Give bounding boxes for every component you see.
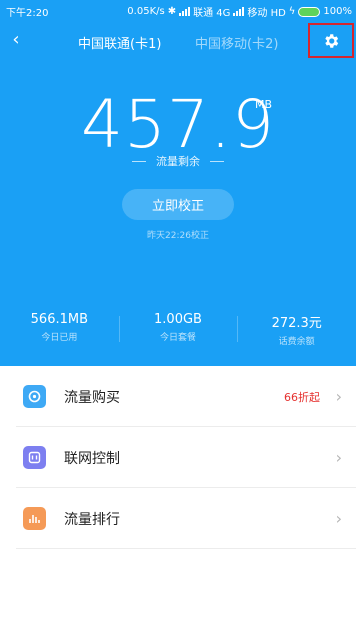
carrier2-label: 移动 HD xyxy=(247,8,286,19)
usage-unit: MB xyxy=(255,98,273,111)
status-bar: 下午2:20 0.05K/s ✱ 联通 4G 移动 HD ϟ 100% xyxy=(0,0,356,20)
battery-icon xyxy=(298,6,321,17)
data-ranking-icon xyxy=(23,507,46,530)
signal-icon xyxy=(179,7,191,16)
calibrate-time: 昨天22:26校正 xyxy=(147,231,209,241)
menu-item-network-control[interactable]: 联网控制 › xyxy=(0,427,356,488)
stat-balance: 272.3元 话费余额 xyxy=(237,312,356,347)
tab-sim2[interactable]: 中国移动(卡2) xyxy=(195,33,278,52)
carrier1-label: 联通 4G xyxy=(193,8,231,19)
chevron-left-icon: ‹ xyxy=(12,29,20,50)
header-panel: 下午2:20 0.05K/s ✱ 联通 4G 移动 HD ϟ 100% ‹ 中国… xyxy=(0,0,356,366)
calibrate-button[interactable]: 立即校正 xyxy=(122,189,234,220)
stat-value: 1.00GB xyxy=(154,312,202,327)
stat-label: 今日已用 xyxy=(41,333,78,343)
menu-item-label: 流量排行 xyxy=(64,511,120,528)
back-button[interactable]: ‹ xyxy=(8,30,24,50)
usage-value: 457.9 xyxy=(81,86,275,163)
stat-used-today: 566.1MB 今日已用 xyxy=(0,312,119,344)
usage-caption: 流量剩余 xyxy=(0,153,356,169)
stat-value: 566.1MB xyxy=(30,312,89,327)
usage-display: 457.9 MB xyxy=(0,86,356,163)
stat-value: 272.3元 xyxy=(271,316,322,331)
menu-item-data-purchase[interactable]: 流量购买 66折起 › xyxy=(0,366,356,427)
chevron-right-icon: › xyxy=(335,448,342,467)
chevron-right-icon: › xyxy=(335,387,342,406)
divider xyxy=(210,160,224,162)
battery-percent: 100% xyxy=(323,6,352,17)
menu-item-label: 流量购买 xyxy=(64,389,120,406)
bluetooth-icon: ✱ xyxy=(167,6,177,17)
divider xyxy=(132,160,146,162)
chevron-right-icon: › xyxy=(335,509,342,528)
stat-label: 话费余额 xyxy=(278,337,315,347)
net-speed: 0.05K/s xyxy=(127,6,165,17)
tab-sim1[interactable]: 中国联通(卡1) xyxy=(78,33,161,52)
status-time: 下午2:20 xyxy=(6,8,49,19)
stat-label: 今日套餐 xyxy=(160,333,197,343)
data-purchase-icon xyxy=(23,385,46,408)
settings-button[interactable] xyxy=(308,23,354,58)
usage-label: 流量剩余 xyxy=(156,155,200,168)
status-right: 0.05K/s ✱ 联通 4G 移动 HD ϟ 100% xyxy=(127,4,352,19)
gear-icon xyxy=(325,33,339,48)
menu-item-label: 联网控制 xyxy=(64,450,120,467)
network-control-icon xyxy=(23,446,46,469)
signal-icon xyxy=(233,7,245,16)
charging-icon: ϟ xyxy=(288,6,296,17)
stats-row: 566.1MB 今日已用 1.00GB 今日套餐 272.3元 话费余额 xyxy=(0,312,356,347)
menu-item-data-ranking[interactable]: 流量排行 › xyxy=(0,488,356,549)
stat-plan-today: 1.00GB 今日套餐 xyxy=(118,312,238,344)
menu-list: 流量购买 66折起 › 联网控制 › 流量排行 › xyxy=(0,366,356,549)
promo-badge: 66折起 xyxy=(284,390,320,404)
